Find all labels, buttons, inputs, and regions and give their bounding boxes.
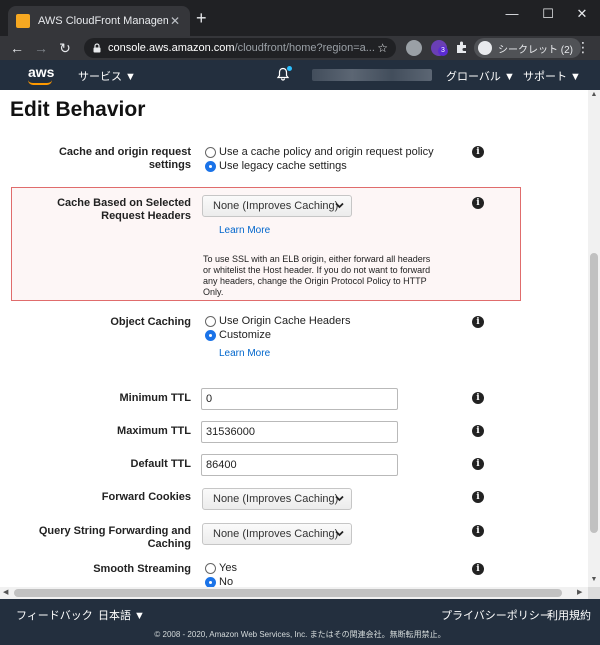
learn-more-link[interactable]: Learn More <box>219 225 270 236</box>
info-icon[interactable]: i <box>472 316 484 328</box>
forward-button[interactable]: → <box>32 39 50 57</box>
minimize-button[interactable]: — <box>502 6 522 21</box>
new-tab-button[interactable]: + <box>196 9 207 27</box>
account-name-redacted[interactable] <box>312 69 432 81</box>
tab-close-icon[interactable]: ✕ <box>168 14 182 28</box>
min-ttl-label: Minimum TTL <box>119 392 192 404</box>
scroll-left-arrow-icon[interactable]: ◀ <box>3 588 8 596</box>
edit-behavior-form: Edit Behavior Cache and origin request s… <box>0 90 588 587</box>
info-icon[interactable]: i <box>472 425 484 437</box>
aws-console-footer: フィードバック 日本語 ▼ プライバシーポリシー 利用規約 © 2008 - 2… <box>0 599 600 645</box>
info-icon[interactable]: i <box>472 563 484 575</box>
ssl-elb-note: To use SSL with an ELB origin, either fo… <box>203 254 431 297</box>
object-caching-label: Object Caching <box>110 316 191 328</box>
info-icon[interactable]: i <box>472 458 484 470</box>
customize-radio[interactable]: Customize <box>205 329 271 341</box>
radio-selected[interactable] <box>205 576 216 587</box>
aws-console-nav: aws サービス ▼ グローバル ▼ サポート ▼ <box>0 60 600 90</box>
lock-icon <box>93 43 101 53</box>
origin-cache-headers-radio[interactable]: Use Origin Cache Headers <box>205 315 350 327</box>
support-menu[interactable]: サポート ▼ <box>523 68 581 84</box>
info-icon[interactable]: i <box>472 197 484 209</box>
incognito-label: シークレット (2) <box>498 44 573 56</box>
info-icon[interactable]: i <box>472 491 484 503</box>
cache-headers-label: Cache Based on Selected Request Headers <box>57 197 191 222</box>
radio-selected[interactable] <box>205 160 216 172</box>
cache-policy-radio[interactable]: Use a cache policy and origin request po… <box>205 146 434 158</box>
page-title: Edit Behavior <box>10 98 146 121</box>
aws-smile-icon <box>28 80 52 85</box>
language-selector[interactable]: 日本語 ▼ <box>98 607 145 623</box>
services-menu[interactable]: サービス ▼ <box>78 68 136 84</box>
forward-cookies-select[interactable]: None (Improves Caching) <box>202 488 352 510</box>
max-ttl-label: Maximum TTL <box>117 425 191 437</box>
query-string-label: Query String Forwarding and Caching <box>38 525 191 550</box>
smooth-streaming-no-radio[interactable]: No <box>205 576 233 587</box>
browser-menu-icon[interactable]: ⋮ <box>576 40 590 54</box>
smooth-streaming-yes-radio[interactable]: Yes <box>205 562 237 574</box>
cache-headers-select[interactable]: None (Improves Caching) <box>202 195 352 217</box>
vertical-scroll-thumb[interactable] <box>590 253 598 533</box>
feedback-link[interactable]: フィードバック <box>16 607 93 623</box>
default-ttl-input[interactable] <box>201 454 398 476</box>
chevron-down-icon <box>335 495 344 502</box>
horizontal-scroll-thumb[interactable] <box>14 589 562 597</box>
cache-policy-label: Cache and origin request settings <box>58 146 191 171</box>
aws-logo[interactable]: aws <box>28 64 54 85</box>
info-icon[interactable]: i <box>472 525 484 537</box>
forward-cookies-label: Forward Cookies <box>101 491 191 503</box>
extension-badge-icon[interactable]: 3 <box>431 40 448 56</box>
scroll-right-arrow-icon[interactable]: ▶ <box>577 588 582 596</box>
default-ttl-label: Default TTL <box>130 458 192 470</box>
browser-toolbar: ← → ↻ console.aws.amazon.com/cloudfront/… <box>0 36 600 60</box>
legacy-cache-radio[interactable]: Use legacy cache settings <box>205 160 347 172</box>
radio-selected[interactable] <box>205 329 216 341</box>
vertical-scrollbar[interactable]: ▲ ▼ <box>588 90 600 587</box>
region-menu[interactable]: グローバル ▼ <box>446 68 515 84</box>
aws-favicon-icon <box>16 14 30 28</box>
tab-title: AWS CloudFront Management Co <box>38 15 168 27</box>
radio-unselected[interactable] <box>205 315 216 327</box>
maximize-button[interactable]: ☐ <box>538 6 558 22</box>
back-button[interactable]: ← <box>8 39 26 57</box>
info-icon[interactable]: i <box>472 146 484 158</box>
privacy-policy-link[interactable]: プライバシーポリシー <box>441 607 551 623</box>
window-close-button[interactable]: ✕ <box>572 6 592 22</box>
query-string-select[interactable]: None (Improves Caching) <box>202 523 352 545</box>
reload-button[interactable]: ↻ <box>56 39 74 57</box>
learn-more-link[interactable]: Learn More <box>219 348 270 359</box>
bookmark-star-icon[interactable]: ☆ <box>377 41 388 55</box>
terms-link[interactable]: 利用規約 <box>547 607 591 623</box>
incognito-icon <box>478 41 492 55</box>
browser-tab-bar: AWS CloudFront Management Co ✕ + — ☐ ✕ <box>0 0 600 36</box>
scrollbar-corner <box>588 587 600 599</box>
scroll-up-arrow-icon[interactable]: ▲ <box>588 91 600 98</box>
radio-unselected[interactable] <box>205 562 216 574</box>
max-ttl-input[interactable] <box>201 421 398 443</box>
incognito-profile-button[interactable]: シークレット (2) <box>474 38 581 58</box>
horizontal-scrollbar[interactable]: ◀ ▶ <box>0 587 588 599</box>
chevron-down-icon <box>335 202 344 209</box>
smooth-streaming-label: Smooth Streaming <box>93 563 191 575</box>
copyright-text: © 2008 - 2020, Amazon Web Services, Inc.… <box>154 630 446 639</box>
chevron-down-icon <box>335 530 344 537</box>
extension-icon[interactable] <box>406 40 422 56</box>
puzzle-extensions-icon[interactable] <box>455 40 469 54</box>
url-text: console.aws.amazon.com/cloudfront/home?r… <box>108 42 375 54</box>
scroll-down-arrow-icon[interactable]: ▼ <box>588 576 600 583</box>
radio-unselected[interactable] <box>205 146 216 158</box>
min-ttl-input[interactable] <box>201 388 398 410</box>
browser-tab[interactable]: AWS CloudFront Management Co ✕ <box>8 6 190 36</box>
info-icon[interactable]: i <box>472 392 484 404</box>
notification-dot <box>287 66 292 71</box>
address-bar[interactable]: console.aws.amazon.com/cloudfront/home?r… <box>84 38 396 58</box>
